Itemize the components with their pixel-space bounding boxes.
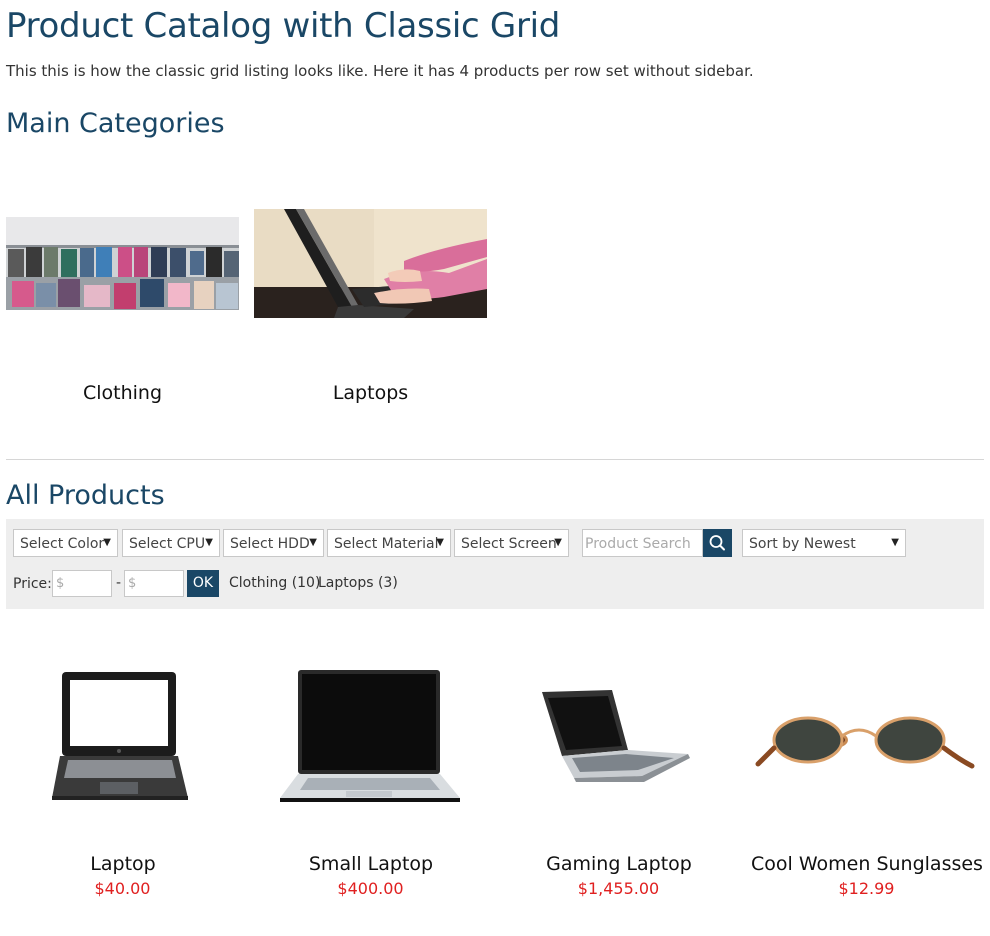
select-cpu-label: Select CPU [129, 536, 206, 552]
clothing-category-image[interactable] [6, 217, 239, 310]
laptops-category-image[interactable] [254, 209, 487, 318]
product-image-gaming-laptop[interactable] [502, 640, 735, 840]
caret-down-icon: ▼ [436, 537, 444, 548]
price-max-input[interactable]: $ [124, 570, 184, 597]
select-hdd-label: Select HDD [230, 536, 310, 552]
section-divider [6, 459, 984, 460]
product-name[interactable]: Gaming Laptop [489, 853, 749, 875]
search-icon [709, 535, 725, 551]
caret-down-icon: ▼ [103, 537, 111, 548]
sort-dropdown[interactable]: Sort by Newest ▼ [742, 529, 906, 557]
select-screen-dropdown[interactable]: Select Screen ▼ [454, 529, 569, 557]
select-color-dropdown[interactable]: Select Color ▼ [13, 529, 118, 557]
category-filter-laptops[interactable]: Laptops (3) [318, 575, 398, 591]
sort-label: Sort by Newest [749, 536, 856, 552]
caret-down-icon: ▼ [554, 537, 562, 548]
product-price: $1,455.00 [577, 879, 660, 898]
category-name[interactable]: Laptops [254, 382, 487, 404]
product-name[interactable]: Laptop [0, 853, 253, 875]
select-material-label: Select Material [334, 536, 439, 552]
select-material-dropdown[interactable]: Select Material ▼ [327, 529, 451, 557]
caret-down-icon: ▼ [891, 537, 899, 548]
filter-bar: Select Color ▼ Select CPU ▼ Select HDD ▼… [6, 519, 984, 609]
caret-down-icon: ▼ [309, 537, 317, 548]
page-intro: This this is how the classic grid listin… [6, 62, 754, 80]
select-screen-label: Select Screen [461, 536, 557, 552]
caret-down-icon: ▼ [205, 537, 213, 548]
all-products-title: All Products [6, 480, 165, 511]
product-price: $12.99 [838, 879, 895, 898]
price-ok-button[interactable]: OK [187, 570, 219, 597]
product-name[interactable]: Cool Women Sunglasses [737, 853, 990, 875]
category-filter-clothing[interactable]: Clothing (10) [229, 575, 320, 591]
product-image-sunglasses[interactable] [750, 640, 983, 840]
product-search-input[interactable]: Product Search [582, 529, 703, 557]
category-name[interactable]: Clothing [6, 382, 239, 404]
product-image-laptop[interactable] [6, 640, 239, 840]
search-button[interactable] [703, 529, 732, 557]
page-title: Product Catalog with Classic Grid [6, 6, 561, 46]
product-name[interactable]: Small Laptop [241, 853, 501, 875]
price-min-input[interactable]: $ [52, 570, 112, 597]
select-color-label: Select Color [20, 536, 105, 552]
price-label: Price: [13, 576, 52, 592]
product-image-small-laptop[interactable] [254, 640, 487, 840]
select-cpu-dropdown[interactable]: Select CPU ▼ [122, 529, 220, 557]
price-separator: - [116, 575, 122, 591]
select-hdd-dropdown[interactable]: Select HDD ▼ [223, 529, 324, 557]
main-categories-title: Main Categories [6, 108, 225, 139]
product-price: $40.00 [94, 879, 151, 898]
product-price: $400.00 [337, 879, 404, 898]
